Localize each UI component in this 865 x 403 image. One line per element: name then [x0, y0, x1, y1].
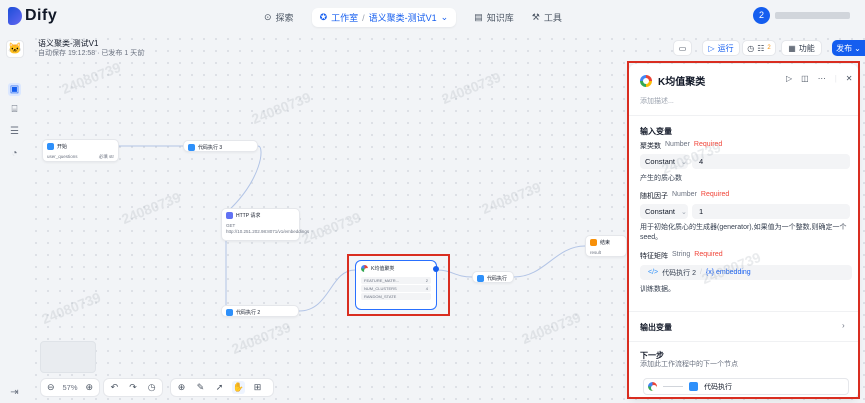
nav-tools-label: 工具: [543, 13, 562, 23]
highlight-box-panel: [627, 61, 860, 399]
nav-studio[interactable]: ✪ 工作室 / 语义聚类-测试V1 ⌄: [311, 8, 457, 27]
nav-explore[interactable]: ⊙ 探索: [264, 11, 294, 24]
app-icon: 🐱: [6, 40, 24, 58]
dify-logo[interactable]: Dify: [8, 7, 57, 25]
checklist-count: 2: [767, 45, 771, 51]
nav-knowledge[interactable]: ▤ 知识库: [474, 11, 514, 24]
features-icon: ▦: [788, 43, 796, 53]
node-var-row: user_questions 必填 str: [43, 153, 118, 161]
run-button[interactable]: ▷ 运行: [702, 40, 740, 56]
undo-icon[interactable]: ↶: [108, 381, 121, 394]
brand-name: Dify: [25, 7, 58, 24]
node-header: 结束: [586, 236, 626, 249]
nav-knowledge-label: 知识库: [486, 13, 514, 23]
node-title: 代码执行: [487, 276, 508, 282]
end-var: result: [590, 250, 602, 255]
node-code1[interactable]: 代码执行 3: [183, 140, 258, 152]
http-url: http://10.251.202.98:8071/v1/embeddings: [226, 229, 310, 234]
collapse-sidebar-icon[interactable]: ⇥: [8, 386, 21, 399]
node-code3[interactable]: 代码执行: [472, 271, 514, 283]
node-title: 结束: [600, 240, 611, 246]
node-header: 代码执行 2: [222, 306, 298, 319]
node-http[interactable]: HTTP 请求 GET http://10.251.202.98:8071/v1…: [221, 208, 309, 241]
globe-icon: [226, 212, 233, 219]
env-icon: ▭: [678, 43, 687, 53]
organize-icon[interactable]: ⊞: [251, 381, 264, 394]
zoom-control: ⊖ 57% ⊕: [40, 378, 100, 397]
var-tag: 必填 str: [98, 154, 114, 159]
http-method: GET: [226, 223, 236, 228]
nav-studio-label: 工作室: [331, 13, 359, 23]
sidebar-item-api[interactable]: ⌸: [8, 103, 21, 116]
highlight-box-node: [347, 254, 450, 316]
chevron-down-icon: ⌄: [854, 43, 861, 53]
flag-icon: [590, 239, 597, 246]
wrench-icon: ⚒: [531, 12, 540, 22]
code-icon: [477, 275, 484, 282]
chevron-down-icon: ⌄: [440, 12, 449, 22]
redo-icon[interactable]: ↷: [127, 381, 140, 394]
node-end[interactable]: 结束 result: [585, 235, 627, 257]
http-url-row: GET http://10.251.202.98:8071/v1/embeddi…: [222, 222, 309, 236]
top-bar: Dify ⊙ 探索 ✪ 工作室 / 语义聚类-测试V1 ⌄ ▤ 知识库 ⚒ 工具…: [0, 0, 865, 33]
sidebar-item-overview[interactable]: ◔: [8, 147, 21, 160]
features-label: 功能: [798, 43, 815, 53]
add-note-icon[interactable]: ✎: [194, 381, 207, 394]
logo-mark: [8, 7, 22, 25]
checklist-icon: ☷: [757, 43, 765, 53]
sidebar-item-orchestrate[interactable]: ▣: [8, 83, 21, 96]
history-icon: ◷: [747, 43, 755, 53]
code-icon: [226, 309, 233, 316]
pointer-icon[interactable]: ➚: [213, 381, 226, 394]
hand-icon[interactable]: ✋: [232, 381, 245, 394]
app-sidebar: ▣ ⌸ ☰ ◔ ⇥: [0, 33, 30, 403]
run-label: 运行: [717, 43, 734, 53]
current-app-label: 语义聚类-测试V1: [368, 13, 437, 23]
play-icon: ▷: [708, 43, 715, 53]
var-name: user_questions: [47, 154, 78, 159]
node-code2[interactable]: 代码执行 2: [221, 305, 299, 317]
node-header: 代码执行 3: [184, 141, 257, 154]
nav-separator: /: [362, 12, 365, 23]
node-title: 开始: [57, 144, 68, 150]
publish-button[interactable]: 发布 ⌄: [832, 40, 865, 56]
main-nav: ⊙ 探索 ✪ 工作室 / 语义聚类-测试V1 ⌄ ▤ 知识库 ⚒ 工具: [264, 8, 580, 27]
compass-icon: ⊙: [264, 12, 272, 22]
version-history-icon[interactable]: ◷: [145, 381, 158, 394]
zoom-in-icon[interactable]: ⊕: [84, 381, 95, 394]
add-node-icon[interactable]: ⊕: [175, 381, 188, 394]
zoom-level[interactable]: 57%: [62, 383, 77, 392]
book-icon: ▤: [474, 12, 483, 22]
node-title: HTTP 请求: [236, 213, 261, 219]
studio-icon: ✪: [319, 12, 328, 22]
node-header: 代码执行: [473, 272, 513, 285]
code-icon: [188, 144, 195, 151]
node-title: 代码执行 2: [236, 310, 261, 316]
node-header: 开始: [43, 140, 118, 153]
autosave-status: 自动保存 19:12:58 · 已发布 1 天前: [38, 50, 145, 57]
publish-label: 发布: [836, 43, 853, 53]
zoom-out-icon[interactable]: ⊖: [45, 381, 56, 394]
features-button[interactable]: ▦ 功能: [781, 40, 822, 56]
minimap[interactable]: [40, 341, 96, 373]
canvas-tools: ⊕ ✎ ➚ ✋ ⊞: [170, 378, 274, 397]
nav-explore-label: 探索: [275, 13, 294, 23]
env-vars-button[interactable]: ▭: [673, 40, 692, 56]
node-start[interactable]: 开始 user_questions 必填 str: [42, 139, 119, 162]
user-name-redacted[interactable]: [775, 12, 850, 19]
nav-tools[interactable]: ⚒ 工具: [532, 11, 562, 24]
history-checklist-group[interactable]: ◷ ☷ 2: [742, 40, 776, 56]
node-header: HTTP 请求: [222, 209, 299, 222]
sidebar-item-logs[interactable]: ☰: [8, 125, 21, 138]
history-control: ↶ ↷ ◷: [103, 378, 163, 397]
user-avatar[interactable]: 2: [753, 7, 770, 24]
home-icon: [47, 143, 54, 150]
node-title: 代码执行 3: [198, 145, 223, 151]
